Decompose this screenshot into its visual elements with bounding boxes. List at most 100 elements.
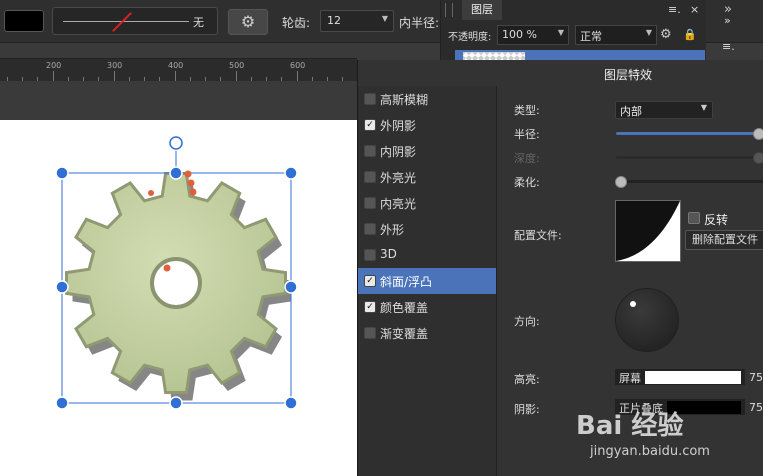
effect-checkbox[interactable]: ✓: [364, 119, 376, 131]
side-menu-icon[interactable]: ≡.: [722, 40, 735, 53]
ruler-tick-label: 600: [290, 61, 306, 70]
radius-label: 半径:: [514, 128, 540, 141]
layer-thumbnail: [463, 52, 525, 60]
radius-slider-knob[interactable]: [753, 128, 763, 140]
effect-item-outline[interactable]: 外形: [358, 216, 496, 242]
fill-color-swatch[interactable]: [4, 10, 44, 32]
effect-checkbox[interactable]: [364, 327, 376, 339]
gear-artwork[interactable]: [0, 120, 357, 476]
panel-menu-icon[interactable]: ≡.: [668, 3, 681, 16]
gear-settings-button[interactable]: ⚙: [228, 9, 268, 35]
shape-control-handle[interactable]: [189, 188, 197, 196]
depth-label: 深度:: [514, 152, 540, 165]
teeth-label: 轮齿:: [282, 16, 311, 30]
soften-label: 柔化:: [514, 176, 540, 189]
effect-item-outer-shadow[interactable]: ✓ 外阴影: [358, 112, 496, 138]
effect-label: 颜色覆盖: [380, 301, 429, 315]
invert-checkbox[interactable]: [688, 212, 700, 224]
rotation-handle[interactable]: [169, 136, 183, 150]
lock-icon[interactable]: 🔒: [683, 28, 697, 41]
ruler-tick: [53, 71, 54, 81]
highlight-opacity[interactable]: 75: [749, 371, 763, 384]
effect-checkbox[interactable]: [364, 145, 376, 157]
ruler-tick: [297, 71, 298, 81]
effect-label: 内阴影: [380, 145, 417, 159]
tab-layers[interactable]: 图层: [462, 0, 502, 20]
ruler-tick: [175, 71, 176, 81]
resize-handle-bottom[interactable]: [169, 396, 183, 410]
ruler-tick: [114, 71, 115, 81]
resize-handle-bottom-right[interactable]: [284, 396, 298, 410]
profile-curve-editor[interactable]: [615, 200, 681, 262]
effect-label: 外形: [380, 223, 405, 237]
effect-checkbox[interactable]: [364, 197, 376, 209]
close-icon[interactable]: ×: [690, 3, 699, 16]
shape-control-handle[interactable]: [184, 170, 192, 178]
dialog-title: 图层特效: [603, 68, 652, 82]
effect-checkbox[interactable]: ✓: [364, 275, 376, 287]
blend-mode-value: 正常: [580, 30, 602, 43]
shape-control-handle[interactable]: [163, 264, 171, 272]
toolbar-overflow-icon[interactable]: »: [724, 2, 732, 17]
effect-item-inner-shadow[interactable]: 内阴影: [358, 138, 496, 164]
effect-item-inner-glow[interactable]: 内亮光: [358, 190, 496, 216]
profile-curve: [616, 201, 680, 261]
watermark-url: jingyan.baidu.com: [590, 444, 710, 459]
effect-item-gradient-overlay[interactable]: 渐变覆盖: [358, 320, 496, 346]
effect-label: 渐变覆盖: [380, 327, 429, 341]
resize-handle-left[interactable]: [55, 280, 69, 294]
effect-checkbox[interactable]: [364, 93, 376, 105]
gear-icon: ⚙: [240, 12, 256, 31]
effect-item-bevel-emboss[interactable]: ✓ 斜面/浮凸: [358, 268, 496, 294]
watermark-logo: Bai 经验: [576, 411, 684, 441]
effect-item-outer-glow[interactable]: 外亮光: [358, 164, 496, 190]
opacity-field[interactable]: 100 % ▼: [497, 25, 569, 45]
horizontal-ruler: 200 300 400 500 600: [0, 58, 357, 82]
layer-effects-dialog: 图层特效 高斯模糊 ✓ 外阴影 内阴影 外亮光 内亮光 外形 3D ✓ 斜面/浮…: [357, 60, 763, 476]
effect-checkbox[interactable]: ✓: [364, 301, 376, 313]
depth-slider-knob[interactable]: [753, 152, 763, 164]
highlight-color-field[interactable]: 屏幕: [615, 369, 745, 385]
depth-slider[interactable]: [616, 152, 763, 164]
effect-checkbox[interactable]: [364, 223, 376, 235]
effect-label: 高斯模糊: [380, 93, 429, 107]
no-stroke-slash: [112, 12, 132, 32]
delete-profile-button[interactable]: 删除配置文件: [685, 230, 763, 250]
effect-label: 外亮光: [380, 171, 417, 185]
effect-item-color-overlay[interactable]: ✓ 颜色覆盖: [358, 294, 496, 320]
bevel-type-select[interactable]: 内部 ▼: [615, 101, 713, 119]
stroke-preview-line: [63, 21, 189, 22]
ruler-tick-label: 500: [229, 61, 245, 70]
resize-handle-right[interactable]: [284, 280, 298, 294]
effect-label: 外阴影: [380, 119, 417, 133]
teeth-count-input[interactable]: 12 ▼: [320, 10, 394, 32]
effect-item-3d[interactable]: 3D: [358, 242, 496, 268]
gear-hole: [150, 257, 202, 309]
shape-control-handle[interactable]: [148, 190, 154, 196]
soften-slider[interactable]: [615, 176, 763, 188]
resize-handle-top[interactable]: [169, 166, 183, 180]
effect-item-gaussian-blur[interactable]: 高斯模糊: [358, 86, 496, 112]
highlight-label: 高亮:: [514, 373, 540, 386]
blend-mode-select[interactable]: 正常 ▼: [575, 25, 657, 45]
radius-slider[interactable]: [616, 128, 763, 140]
invert-label: 反转: [704, 213, 729, 227]
resize-handle-top-right[interactable]: [284, 166, 298, 180]
radius-slider-fill: [616, 132, 759, 135]
light-direction-dial[interactable]: [615, 288, 679, 352]
resize-handle-top-left[interactable]: [55, 166, 69, 180]
shape-control-handle[interactable]: [187, 179, 195, 187]
ruler-tick-label: 300: [107, 61, 123, 70]
stroke-style-field[interactable]: 无: [52, 7, 218, 35]
shadow-opacity[interactable]: 75: [749, 401, 763, 414]
light-direction-marker[interactable]: [630, 301, 636, 307]
highlight-color-swatch[interactable]: [645, 371, 741, 384]
resize-handle-bottom-left[interactable]: [55, 396, 69, 410]
soften-slider-knob[interactable]: [615, 176, 627, 188]
gear-icon[interactable]: ⚙: [660, 27, 672, 42]
effect-checkbox[interactable]: [364, 171, 376, 183]
stroke-none-label: 无: [193, 16, 204, 29]
effect-checkbox[interactable]: [364, 249, 376, 261]
panel-grip[interactable]: [445, 3, 453, 17]
teeth-value: 12: [327, 14, 341, 27]
